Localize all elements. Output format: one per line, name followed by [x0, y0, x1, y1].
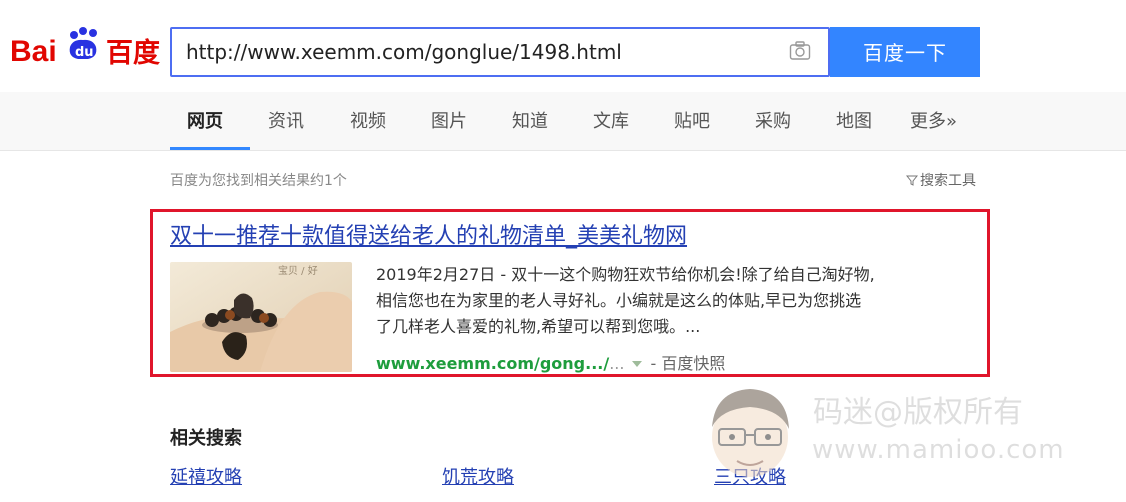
active-tab-indicator: [170, 147, 250, 150]
watermark-url: www.mamioo.com: [812, 435, 1065, 465]
search-results-page: Bai du 百度 百度一下 网页 资讯 视频 图片 知道 文库: [0, 0, 1126, 502]
search-box: [170, 27, 830, 77]
related-link[interactable]: 延禧攻略: [170, 463, 242, 489]
tab-tieba[interactable]: 贴吧: [674, 92, 710, 150]
tab-map[interactable]: 地图: [836, 92, 872, 150]
cache-link[interactable]: - 百度快照: [650, 354, 725, 373]
related-link[interactable]: 饥荒攻略: [442, 463, 514, 489]
tab-web[interactable]: 网页: [187, 92, 223, 150]
camera-icon[interactable]: [788, 39, 812, 63]
search-button[interactable]: 百度一下: [830, 27, 980, 77]
tab-purchase[interactable]: 采购: [755, 92, 791, 150]
result-url-line: www.xeemm.com/gong.../... - 百度快照: [376, 353, 725, 375]
tab-news[interactable]: 资讯: [268, 92, 304, 150]
snippet-line: 了几样老人喜爱的礼物,希望可以帮到您哦。...: [376, 317, 701, 336]
svg-text:du: du: [75, 45, 94, 60]
tab-more[interactable]: 更多»: [910, 92, 957, 150]
result-count: 百度为您找到相关结果约1个: [170, 173, 347, 189]
result-thumbnail[interactable]: 宝贝 / 好: [170, 262, 352, 372]
svg-text:Bai: Bai: [10, 35, 57, 68]
baidu-logo[interactable]: Bai du 百度: [10, 24, 160, 74]
header: Bai du 百度 百度一下: [0, 0, 1126, 92]
svg-text:百度: 百度: [106, 37, 160, 69]
tab-images[interactable]: 图片: [431, 92, 467, 150]
snippet-line: 相信您也在为家里的老人寻好礼。小编就是这么的体贴,早已为您挑选: [376, 291, 862, 310]
search-tools-label: 搜索工具: [920, 173, 976, 189]
search-input[interactable]: [186, 29, 756, 75]
url-ellipsis: ...: [609, 354, 625, 373]
tab-wenku[interactable]: 文库: [593, 92, 629, 150]
result-title-link[interactable]: 双十一推荐十款值得送给老人的礼物清单_美美礼物网: [170, 220, 687, 254]
tab-video[interactable]: 视频: [350, 92, 386, 150]
related-searches-title: 相关搜索: [170, 428, 242, 449]
result-url[interactable]: www.xeemm.com/gong.../: [376, 354, 609, 373]
tab-zhidao[interactable]: 知道: [512, 92, 548, 150]
nav-tabs: 网页 资讯 视频 图片 知道 文库 贴吧 采购 地图 更多»: [0, 92, 1126, 151]
bracelet-image: 宝贝 / 好: [170, 262, 352, 372]
chevron-down-icon[interactable]: [632, 361, 643, 367]
filter-icon: [905, 175, 919, 186]
related-link[interactable]: 三只攻略: [714, 463, 786, 489]
thumb-caption: 宝贝 / 好: [278, 264, 318, 277]
watermark-text: 码迷@版权所有: [813, 395, 1023, 430]
result-snippet: 2019年2月27日 - 双十一这个购物狂欢节给你机会!除了给自己淘好物, 相信…: [376, 262, 976, 340]
search-tools-button[interactable]: 搜索工具: [905, 170, 976, 192]
snippet-line: 2019年2月27日 - 双十一这个购物狂欢节给你机会!除了给自己淘好物,: [376, 265, 875, 284]
